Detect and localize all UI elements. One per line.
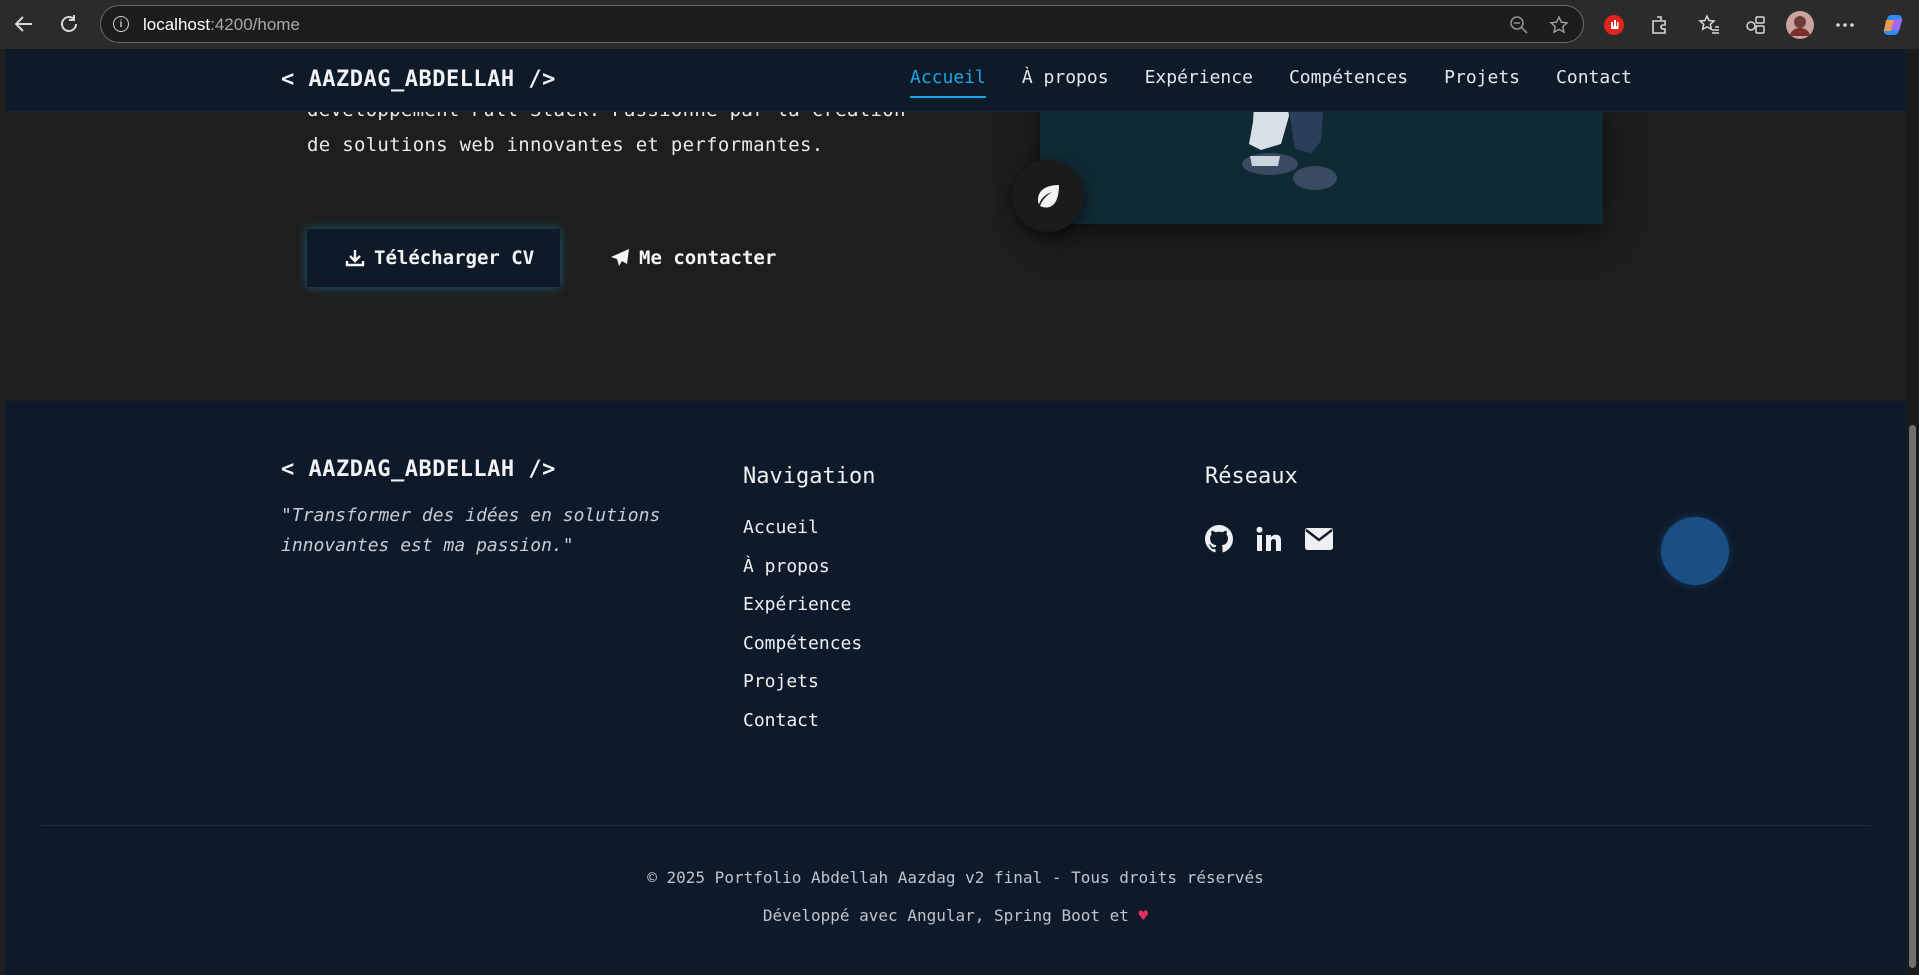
footer-link-accueil[interactable]: Accueil [743,517,862,556]
zoom-icon[interactable] [1508,14,1530,36]
nav-item-projets[interactable]: Projets [1444,67,1520,88]
reload-button[interactable] [55,10,83,38]
site-info-icon[interactable]: i [113,16,129,32]
download-cv-button[interactable]: Télécharger CV [307,229,560,287]
browser-toolbar: i localhost:4200/home [0,0,1919,49]
download-icon [345,250,365,267]
footer-quote-line-2: innovantes est ma passion." [281,535,574,556]
copilot-icon[interactable] [1878,10,1908,40]
extension-red-icon[interactable] [1599,10,1629,40]
more-options-icon[interactable] [1830,10,1860,40]
contact-me-label: Me contacter [639,247,777,269]
url-path: :4200/home [210,15,300,34]
download-cv-label: Télécharger CV [374,247,535,269]
url-text: localhost:4200/home [143,15,300,35]
nav-item-accueil[interactable]: Accueil [910,67,986,98]
footer-socials-heading: Réseaux [1205,464,1298,489]
extensions-puzzle-icon[interactable] [1645,10,1675,40]
leaf-icon [1038,185,1059,208]
contact-me-button[interactable]: Me contacter [610,229,810,287]
nav-item-a-propos[interactable]: À propos [1022,67,1109,88]
footer-nav-list: Accueil À propos Expérience Compétences … [743,517,862,748]
envelope-icon[interactable] [1305,528,1333,550]
footer-quote: "Transformer des idées en solutions inno… [281,501,660,561]
profile-avatar[interactable] [1785,10,1815,40]
page-scrollbar-thumb[interactable] [1909,425,1916,968]
favorites-icon[interactable] [1694,10,1724,40]
footer-logo: < AAZDAG_ABDELLAH /> [281,457,556,482]
footer-divider [41,825,1870,826]
footer-link-experience[interactable]: Expérience [743,594,862,633]
nav-item-experience[interactable]: Expérience [1145,67,1253,88]
built-with-line: Développé avec Angular, Spring Boot et ♥ [5,906,1906,925]
collections-icon[interactable] [1740,10,1770,40]
built-with-text: Développé avec Angular, Spring Boot et [762,906,1129,925]
nav-item-contact[interactable]: Contact [1556,67,1632,88]
site-navbar: < AAZDAG_ABDELLAH /> Accueil À propos Ex… [5,49,1906,112]
footer-navigation-heading: Navigation [743,464,876,489]
url-host: localhost [143,15,211,34]
back-button[interactable] [10,10,38,38]
footer-link-competences[interactable]: Compétences [743,633,862,672]
social-links [1205,525,1356,553]
theme-toggle-button[interactable] [1012,160,1084,232]
floating-action-button[interactable] [1661,517,1729,585]
footer-quote-line-1: "Transformer des idées en solutions [281,505,661,526]
site-logo[interactable]: < AAZDAG_ABDELLAH /> [281,67,556,92]
linkedin-icon[interactable] [1256,526,1282,552]
favorite-star-icon[interactable] [1548,14,1570,36]
github-icon[interactable] [1205,525,1233,553]
paper-plane-icon [611,249,629,266]
site-footer: < AAZDAG_ABDELLAH /> "Transformer des id… [5,401,1906,975]
address-bar[interactable]: i localhost:4200/home [100,5,1584,43]
footer-link-contact[interactable]: Contact [743,710,862,749]
page-viewport: < AAZDAG_ABDELLAH /> Accueil À propos Ex… [5,49,1906,975]
nav-item-competences[interactable]: Compétences [1289,67,1408,88]
footer-link-projets[interactable]: Projets [743,671,862,710]
copyright-text: © 2025 Portfolio Abdellah Aazdag v2 fina… [647,868,1264,887]
nav-menu: Accueil À propos Expérience Compétences … [910,67,1668,98]
heart-icon: ♥ [1138,906,1149,925]
footer-link-a-propos[interactable]: À propos [743,556,862,595]
hero-description-line-2: de solutions web innovantes et performan… [307,134,824,156]
